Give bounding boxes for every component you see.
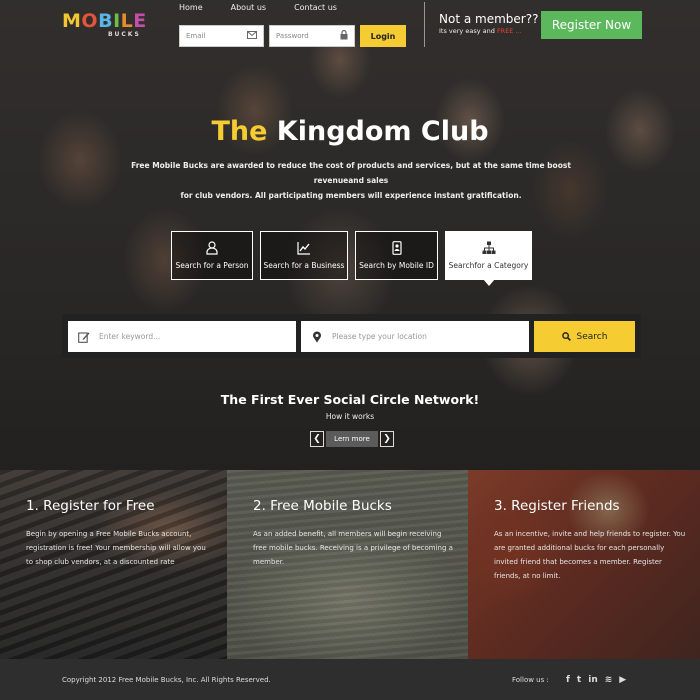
logo-sub: BUCKS xyxy=(107,31,141,38)
feature-friends: 3. Register Friends As an incentive, inv… xyxy=(468,470,700,659)
keyword-placeholder: Enter keyword... xyxy=(99,332,161,341)
logo-word: MOBILE xyxy=(62,10,147,32)
feature-register: 1. Register for Free Begin by opening a … xyxy=(0,470,227,659)
facebook-icon[interactable]: f xyxy=(566,675,570,685)
follow-us-label: Follow us : xyxy=(512,675,549,684)
search-mobile-id-tab[interactable]: Search by Mobile ID xyxy=(355,231,438,280)
location-input[interactable]: Please type your location xyxy=(301,321,529,352)
feature-register-title: 1. Register for Free xyxy=(26,498,155,514)
search-bar: Enter keyword... Please type your locati… xyxy=(62,314,641,358)
hero-background: MOBILE BUCKS Home About us Contact us Em… xyxy=(0,0,700,470)
search-person-tab[interactable]: Search for a Person xyxy=(171,231,253,280)
next-arrow-button[interactable]: ❯ xyxy=(380,431,394,447)
header-divider xyxy=(424,2,425,47)
search-mobile-id-label: Search by Mobile ID xyxy=(359,261,434,270)
feature-mobile-bucks-text: As an added benefit, all members will be… xyxy=(253,530,453,566)
feature-friends-title: 3. Register Friends xyxy=(494,498,620,514)
feature-friends-text: As an incentive, invite and help friends… xyxy=(494,530,686,580)
hero-subtitle: Free Mobile Bucks are awarded to reduce … xyxy=(131,161,571,200)
map-pin-icon xyxy=(313,330,321,342)
search-business-tab[interactable]: Search for a Business xyxy=(260,231,348,280)
register-now-button[interactable]: Register Now xyxy=(541,11,642,39)
not-member-tagline: Its very easy and FREE ... xyxy=(439,27,522,35)
learn-more-button[interactable]: Lern more xyxy=(326,431,378,447)
wifi-icon[interactable]: ≋ xyxy=(605,675,613,685)
search-icon xyxy=(561,332,571,341)
footer: Copyright 2012 Free Mobile Bucks, Inc. A… xyxy=(0,659,700,700)
location-placeholder: Please type your location xyxy=(332,332,427,341)
password-placeholder: Password xyxy=(276,32,309,40)
email-field[interactable]: Email xyxy=(179,25,264,47)
free-text: FREE ... xyxy=(496,27,522,35)
login-button[interactable]: Login xyxy=(360,25,406,47)
feature-mobile-bucks: 2. Free Mobile Bucks As an added benefit… xyxy=(227,470,468,659)
top-nav: Home About us Contact us xyxy=(179,3,337,12)
not-member-block: Not a member?? Its very easy and FREE ..… xyxy=(439,12,538,35)
edit-icon xyxy=(78,331,90,343)
feature-mobile-bucks-title: 2. Free Mobile Bucks xyxy=(253,498,392,514)
social-circle-title: The First Ever Social Circle Network! xyxy=(220,392,480,407)
hierarchy-icon xyxy=(482,241,495,254)
youtube-icon[interactable]: ▶ xyxy=(619,675,626,685)
nav-home[interactable]: Home xyxy=(179,3,203,12)
search-person-label: Search for a Person xyxy=(175,261,249,270)
keyword-input[interactable]: Enter keyword... xyxy=(68,321,296,352)
not-member-question: Not a member?? xyxy=(439,12,539,26)
search-button-label: Search xyxy=(576,331,608,342)
search-category-label: Searchfor a Category xyxy=(448,261,529,270)
chart-icon xyxy=(297,242,310,255)
password-field[interactable]: Password xyxy=(269,25,355,47)
twitter-icon[interactable]: t xyxy=(577,675,581,685)
search-category-tab[interactable]: Searchfor a Category xyxy=(445,231,532,286)
search-business-label: Search for a Business xyxy=(263,261,345,270)
nav-contact[interactable]: Contact us xyxy=(294,3,337,12)
how-it-works-label: How it works xyxy=(325,412,375,421)
prev-arrow-button[interactable]: ❮ xyxy=(310,431,324,447)
mobile-id-icon xyxy=(391,241,402,255)
lock-icon xyxy=(340,29,348,43)
social-links: f t in ≋ ▶ xyxy=(566,675,626,685)
copyright-text: Copyright 2012 Free Mobile Bucks, Inc. A… xyxy=(62,675,271,684)
envelope-icon xyxy=(247,30,257,42)
nav-about[interactable]: About us xyxy=(231,3,266,12)
person-icon xyxy=(206,241,218,255)
logo[interactable]: MOBILE BUCKS xyxy=(62,10,147,39)
email-placeholder: Email xyxy=(186,32,206,40)
linkedin-icon[interactable]: in xyxy=(588,675,598,685)
page-title: The Kingdom Club xyxy=(211,116,489,147)
feature-register-text: Begin by opening a Free Mobile Bucks acc… xyxy=(26,530,206,566)
search-button[interactable]: Search xyxy=(534,321,635,352)
